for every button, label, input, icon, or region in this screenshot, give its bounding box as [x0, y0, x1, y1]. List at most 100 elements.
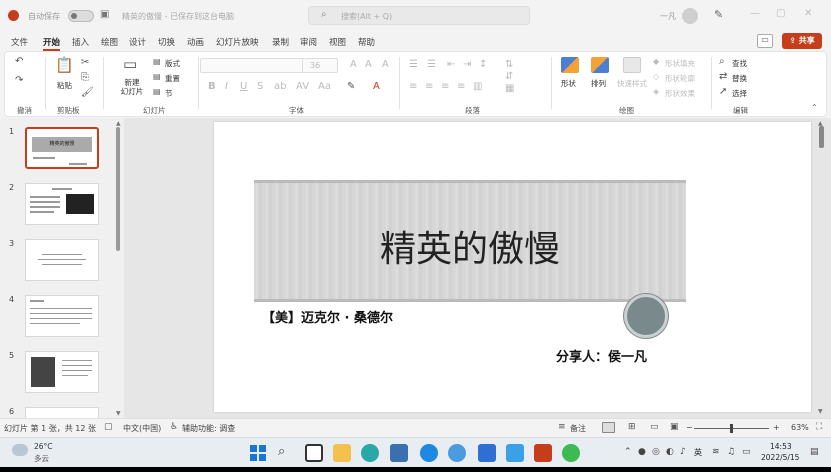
shapes-icon[interactable] [561, 57, 579, 73]
underline-icon[interactable]: U [240, 82, 247, 92]
copy-icon[interactable]: ⎘ [81, 73, 89, 83]
numbering-icon[interactable]: ☰ [427, 60, 436, 70]
tab-view[interactable]: 视图 [329, 36, 346, 48]
slide-sorter-icon[interactable]: ⊞ [628, 422, 636, 432]
slide-author[interactable]: 【美】迈克尔 · 桑德尔 [262, 307, 393, 326]
wifi-icon[interactable]: ≋ [712, 447, 720, 457]
scroll-up-icon[interactable]: ▲ [116, 120, 121, 127]
slide-title[interactable]: 精英的傲慢 [254, 220, 686, 272]
shapes-label[interactable]: 形状 [561, 78, 576, 89]
zoom-in-button[interactable]: + [773, 423, 780, 432]
autosave-toggle[interactable] [68, 10, 94, 22]
wechat-icon[interactable] [562, 444, 580, 462]
search-input[interactable]: ⌕ 搜索(Alt + Q) [308, 6, 530, 25]
accessibility-icon[interactable]: ♿ [170, 422, 178, 432]
minimize-icon[interactable]: — [750, 8, 760, 19]
clear-format-icon[interactable]: A [382, 60, 389, 70]
effects-icon[interactable]: ◈ [653, 88, 659, 96]
fit-slide-icon[interactable]: ⛶ [816, 422, 822, 432]
increase-font-icon[interactable]: A [350, 60, 357, 70]
undo-icon[interactable]: ↶ [15, 57, 23, 67]
quick-styles-icon[interactable] [623, 57, 641, 73]
bold-icon[interactable]: B [208, 82, 216, 92]
strikethrough-icon[interactable]: S [257, 82, 263, 92]
decrease-font-icon[interactable]: A [365, 60, 372, 70]
slide-thumbnail-4[interactable] [25, 295, 99, 337]
store-icon[interactable] [390, 444, 408, 462]
accessibility-status[interactable]: 辅助功能: 调查 [182, 423, 235, 434]
highlight-icon[interactable]: ✎ [347, 82, 355, 92]
new-slide-icon[interactable]: ▭ [123, 57, 137, 72]
close-icon[interactable]: ✕ [804, 8, 812, 19]
scroll-down-icon[interactable]: ▼ [818, 408, 823, 415]
arrange-label[interactable]: 排列 [591, 78, 606, 89]
slide-thumbnail-6[interactable] [25, 407, 99, 418]
powerpoint-taskbar-icon[interactable] [534, 444, 552, 462]
text-direction-icon[interactable]: ⇅ [505, 60, 513, 70]
tab-transitions[interactable]: 切换 [158, 36, 175, 48]
line-spacing-icon[interactable]: ↕ [479, 60, 487, 70]
font-color-icon[interactable]: A [373, 82, 380, 92]
tab-slideshow[interactable]: 幻灯片放映 [216, 36, 259, 48]
font-size-input[interactable]: 36 [302, 58, 338, 73]
pen-icon[interactable]: ✎ [714, 8, 723, 21]
align-center-icon[interactable]: ≡ [425, 82, 433, 92]
select-icon[interactable]: ➚ [719, 87, 727, 97]
zoom-level[interactable]: 63% [791, 423, 809, 432]
find-icon[interactable]: ⌕ [719, 57, 725, 67]
columns-icon[interactable]: ▥ [473, 82, 482, 92]
slide-presenter[interactable]: 分享人：侯一凡 [556, 346, 647, 365]
save-icon[interactable]: ▣ [100, 9, 109, 20]
smartart-icon[interactable]: ▦ [505, 84, 514, 94]
replace-label[interactable]: 替换 [732, 73, 747, 84]
slide-thumbnail-1[interactable]: 精英的傲慢 [25, 127, 99, 169]
microphone-icon[interactable]: ♪ [680, 447, 686, 457]
volume-icon[interactable]: ♫ [727, 447, 735, 457]
tray-app-icon[interactable]: ◎ [652, 447, 660, 457]
normal-view-button[interactable] [602, 422, 615, 433]
search-icon[interactable]: ⌕ [278, 444, 285, 459]
slide-thumbnail-5[interactable] [25, 351, 99, 393]
section-label[interactable]: 节 [165, 88, 173, 99]
tab-home[interactable]: 开始 [43, 36, 61, 51]
slide-thumbnail-3[interactable] [25, 239, 99, 281]
share-button[interactable]: ⇪ 共享 [782, 33, 822, 49]
collapse-ribbon-icon[interactable]: ⌃ [811, 104, 818, 112]
maximize-icon[interactable]: ▢ [776, 8, 785, 19]
new-slide-label[interactable]: 新建 幻灯片 [117, 78, 147, 96]
slide-scrollbar[interactable] [819, 126, 824, 148]
align-left-icon[interactable]: ≡ [409, 82, 417, 92]
select-label[interactable]: 选择 [732, 88, 747, 99]
fill-icon[interactable]: ◆ [653, 58, 659, 66]
italic-icon[interactable]: I [225, 82, 228, 92]
tab-animations[interactable]: 动画 [187, 36, 204, 48]
windows-start-icon[interactable] [250, 445, 266, 461]
quick-styles-label[interactable]: 快速样式 [617, 78, 647, 89]
cut-icon[interactable]: ✂ [81, 58, 89, 68]
redo-icon[interactable]: ↷ [15, 76, 23, 86]
clock-time[interactable]: 14:53 [770, 442, 792, 451]
weather-description[interactable]: 多云 [34, 453, 49, 464]
character-spacing-icon[interactable]: AV [296, 82, 309, 92]
increase-indent-icon[interactable]: ⇥ [463, 60, 471, 70]
slide-thumbnail-2[interactable] [25, 183, 99, 225]
align-right-icon[interactable]: ≡ [441, 82, 449, 92]
messaging-app-icon[interactable] [448, 444, 466, 462]
clock-date[interactable]: 2022/5/15 [761, 453, 799, 462]
chevron-up-icon[interactable]: ⌃ [624, 447, 632, 457]
section-icon[interactable]: ▤ [153, 88, 161, 96]
video-app-icon[interactable] [506, 444, 524, 462]
notification-icon[interactable]: ▤ [810, 447, 819, 457]
avatar[interactable] [682, 8, 698, 24]
tab-draw[interactable]: 绘图 [101, 36, 118, 48]
weather-cloud-icon[interactable] [12, 444, 28, 456]
tray-app-icon[interactable]: ◐ [666, 447, 674, 457]
tray-app-icon[interactable]: ● [638, 447, 646, 457]
align-text-icon[interactable]: ⇵ [505, 72, 513, 82]
tab-file[interactable]: 文件 [11, 36, 28, 48]
ime-indicator[interactable]: 英 [694, 447, 702, 458]
paste-label[interactable]: 粘贴 [57, 80, 72, 91]
slideshow-icon[interactable]: ▣ [670, 422, 679, 432]
replace-icon[interactable]: ⇄ [719, 72, 727, 82]
layout-label[interactable]: 版式 [165, 58, 180, 69]
